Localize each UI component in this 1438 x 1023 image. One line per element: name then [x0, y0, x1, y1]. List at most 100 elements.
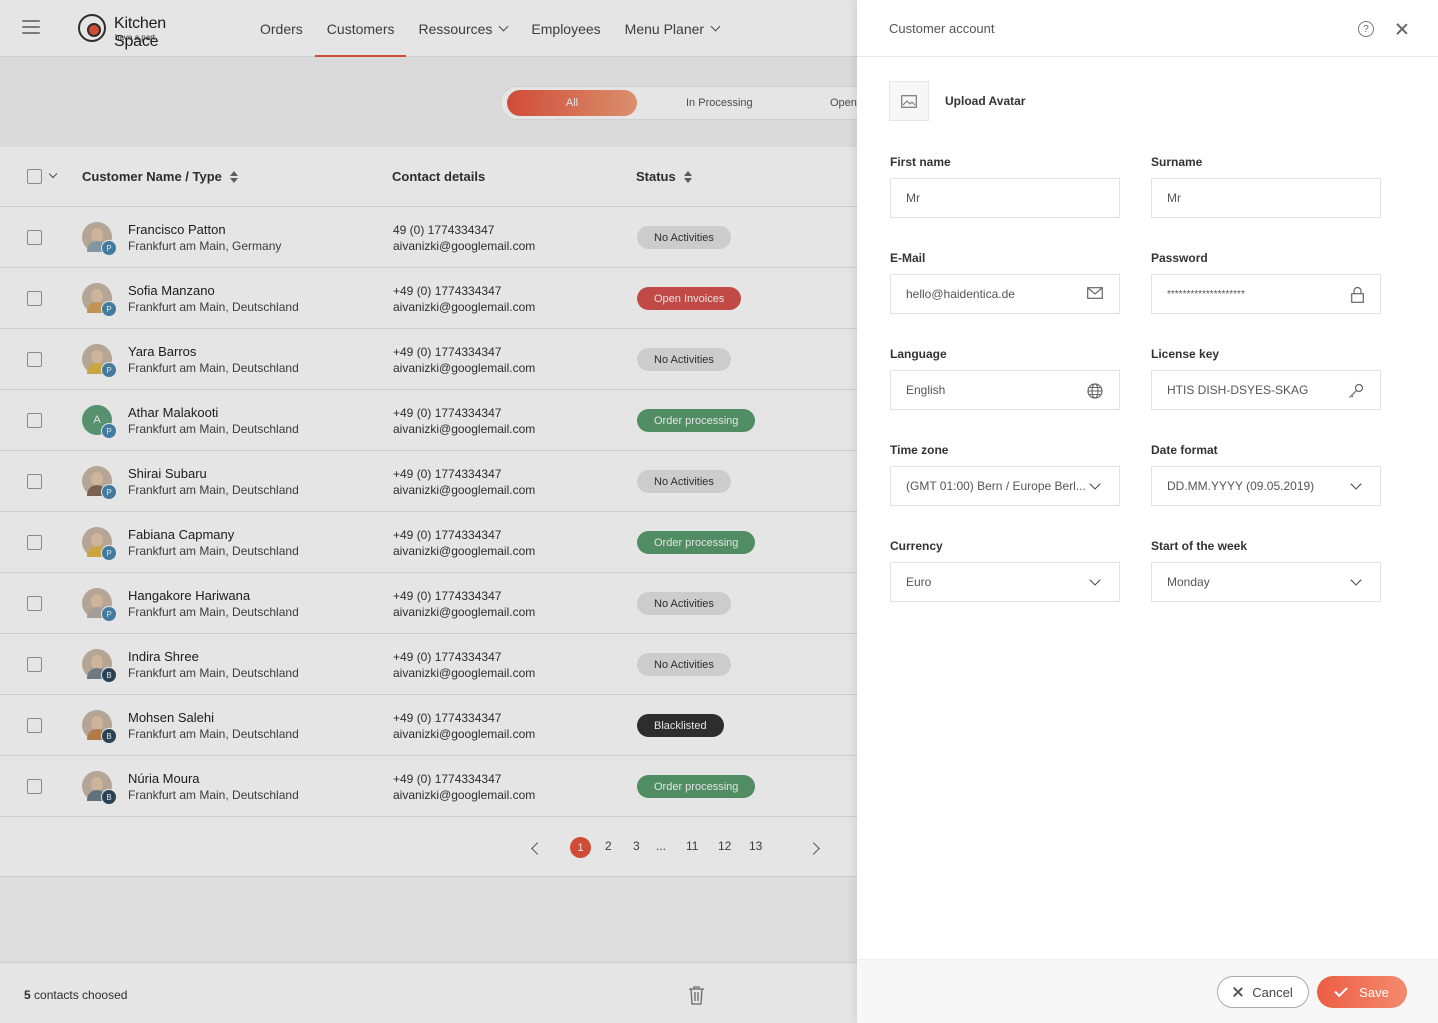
nav-item-employees[interactable]: Employees [519, 0, 612, 57]
customer-phone: +49 (0) 1774334347 [393, 711, 502, 725]
customer-phone: +49 (0) 1774334347 [393, 467, 502, 481]
first-name-field[interactable]: Mr [890, 178, 1120, 218]
password-field[interactable]: ******************** [1151, 274, 1381, 314]
table-row[interactable]: P Fabiana Capmany Frankfurt am Main, Deuts… [0, 512, 857, 573]
table-row[interactable]: P Francisco Patton Frankfurt am Main, Germ… [0, 207, 857, 268]
customer-name[interactable]: Shirai Subaru [128, 466, 207, 481]
timezone-label: Time zone [890, 443, 949, 457]
column-customer-name[interactable]: Customer Name / Type [82, 169, 238, 184]
envelope-icon [1087, 287, 1103, 299]
surname-label: Surname [1151, 155, 1203, 169]
week-start-select[interactable]: Monday [1151, 562, 1381, 602]
currency-select[interactable]: Euro [890, 562, 1120, 602]
page-current[interactable]: 1 [570, 837, 591, 858]
customer-location: Frankfurt am Main, Deutschland [128, 788, 299, 802]
nav-item-menu-planer[interactable]: Menu Planer [613, 0, 731, 57]
table-row[interactable]: B Indira Shree Frankfurt am Main, Deutschl… [0, 634, 857, 695]
row-checkbox[interactable] [27, 230, 42, 245]
prev-page-icon[interactable] [531, 842, 544, 855]
table-row[interactable]: P Sofia Manzano Frankfurt am Main, Deutsch… [0, 268, 857, 329]
language-field[interactable]: English [890, 370, 1120, 410]
cancel-button[interactable]: Cancel [1217, 976, 1309, 1008]
avatar-face [91, 655, 103, 669]
close-icon[interactable] [1395, 22, 1409, 36]
language-value: English [906, 383, 946, 397]
filter-zone: All In Processing Open [0, 57, 900, 147]
customer-name[interactable]: Francisco Patton [128, 222, 226, 237]
row-checkbox[interactable] [27, 596, 42, 611]
customer-name[interactable]: Mohsen Salehi [128, 710, 214, 725]
customer-email: aivanizki@googlemail.com [393, 727, 536, 741]
status-badge: Blacklisted [637, 714, 724, 737]
customer-name[interactable]: Fabiana Capmany [128, 527, 234, 542]
filter-open[interactable]: Open [830, 90, 857, 116]
customer-name[interactable]: Hangakore Hariwana [128, 588, 250, 603]
row-checkbox[interactable] [27, 474, 42, 489]
row-checkbox[interactable] [27, 718, 42, 733]
nav-item-ressources[interactable]: Ressources [406, 0, 519, 57]
help-icon[interactable]: ? [1358, 21, 1374, 37]
upload-avatar-label[interactable]: Upload Avatar [945, 94, 1025, 108]
filter-in-processing[interactable]: In Processing [686, 90, 753, 116]
page-link[interactable]: 11 [686, 839, 698, 853]
customer-phone: +49 (0) 1774334347 [393, 406, 502, 420]
customer-name[interactable]: Athar Malakooti [128, 405, 218, 420]
nav-item-customers[interactable]: Customers [314, 0, 407, 57]
row-checkbox[interactable] [27, 535, 42, 550]
close-icon [1233, 987, 1243, 997]
page-ellipsis: ... [656, 839, 667, 853]
page-link[interactable]: 13 [749, 839, 762, 853]
menu-icon[interactable] [22, 20, 40, 34]
column-label: Contact details [392, 169, 486, 184]
license-key-field[interactable]: HTIS DISH-DSYES-SKAG [1151, 370, 1381, 410]
date-format-select[interactable]: DD.MM.YYYY (09.05.2019) [1151, 466, 1381, 506]
table-row[interactable]: B Núria Moura Frankfurt am Main, Deutschla… [0, 756, 857, 817]
chevron-down-icon [1089, 478, 1101, 490]
table-row[interactable]: B Mohsen Salehi Frankfurt am Main, Deutsch… [0, 695, 857, 756]
avatar-upload-box[interactable] [889, 81, 929, 121]
save-button[interactable]: Save [1317, 976, 1407, 1008]
customer-type-badge: B [101, 789, 117, 805]
lock-icon [1351, 287, 1364, 303]
timezone-select[interactable]: (GMT 01:00) Bern / Europe Berl... [890, 466, 1120, 506]
table-row[interactable]: P Hangakore Hariwana Frankfurt am Main, De… [0, 573, 857, 634]
column-status[interactable]: Status [636, 169, 692, 184]
avatar: P [82, 344, 117, 378]
customer-location: Frankfurt am Main, Deutschland [128, 544, 299, 558]
customer-name[interactable]: Núria Moura [128, 771, 200, 786]
first-name-label: First name [890, 155, 951, 169]
table-row[interactable]: P Shirai Subaru Frankfurt am Main, Deutsch… [0, 451, 857, 512]
email-field[interactable]: hello@haidentica.de [890, 274, 1120, 314]
status-badge: No Activities [637, 470, 731, 493]
customer-name[interactable]: Yara Barros [128, 344, 196, 359]
sort-icon[interactable] [229, 170, 238, 183]
row-checkbox[interactable] [27, 291, 42, 306]
customer-type-badge: P [101, 301, 117, 317]
sort-icon[interactable] [683, 170, 692, 183]
page-link[interactable]: 3 [633, 839, 640, 853]
currency-label: Currency [890, 539, 943, 553]
customer-name[interactable]: Sofia Manzano [128, 283, 215, 298]
first-name-value: Mr [906, 191, 920, 205]
nav-item-orders[interactable]: Orders [248, 0, 315, 57]
row-checkbox[interactable] [27, 352, 42, 367]
select-all-checkbox[interactable] [27, 169, 42, 184]
next-page-icon[interactable] [807, 842, 820, 855]
surname-field[interactable]: Mr [1151, 178, 1381, 218]
row-checkbox[interactable] [27, 779, 42, 794]
table-row[interactable]: A P Athar Malakooti Frankfurt am Main, Deut… [0, 390, 857, 451]
customer-name[interactable]: Indira Shree [128, 649, 199, 664]
trash-icon[interactable] [688, 985, 705, 1005]
brand-logo[interactable]: Kitchen Space have a part [78, 13, 208, 50]
table-row[interactable]: P Yara Barros Frankfurt am Main, Deutschla… [0, 329, 857, 390]
nav-label: Orders [260, 20, 303, 37]
chevron-down-icon [1350, 574, 1362, 586]
customer-table-body: P Francisco Patton Frankfurt am Main, Germ… [0, 207, 857, 817]
row-checkbox[interactable] [27, 413, 42, 428]
filter-all[interactable]: All [507, 90, 637, 116]
row-checkbox[interactable] [27, 657, 42, 672]
page-link[interactable]: 12 [718, 839, 731, 853]
customer-type-badge: P [101, 423, 117, 439]
page-link[interactable]: 2 [605, 839, 612, 853]
chevron-down-icon[interactable] [48, 169, 58, 179]
